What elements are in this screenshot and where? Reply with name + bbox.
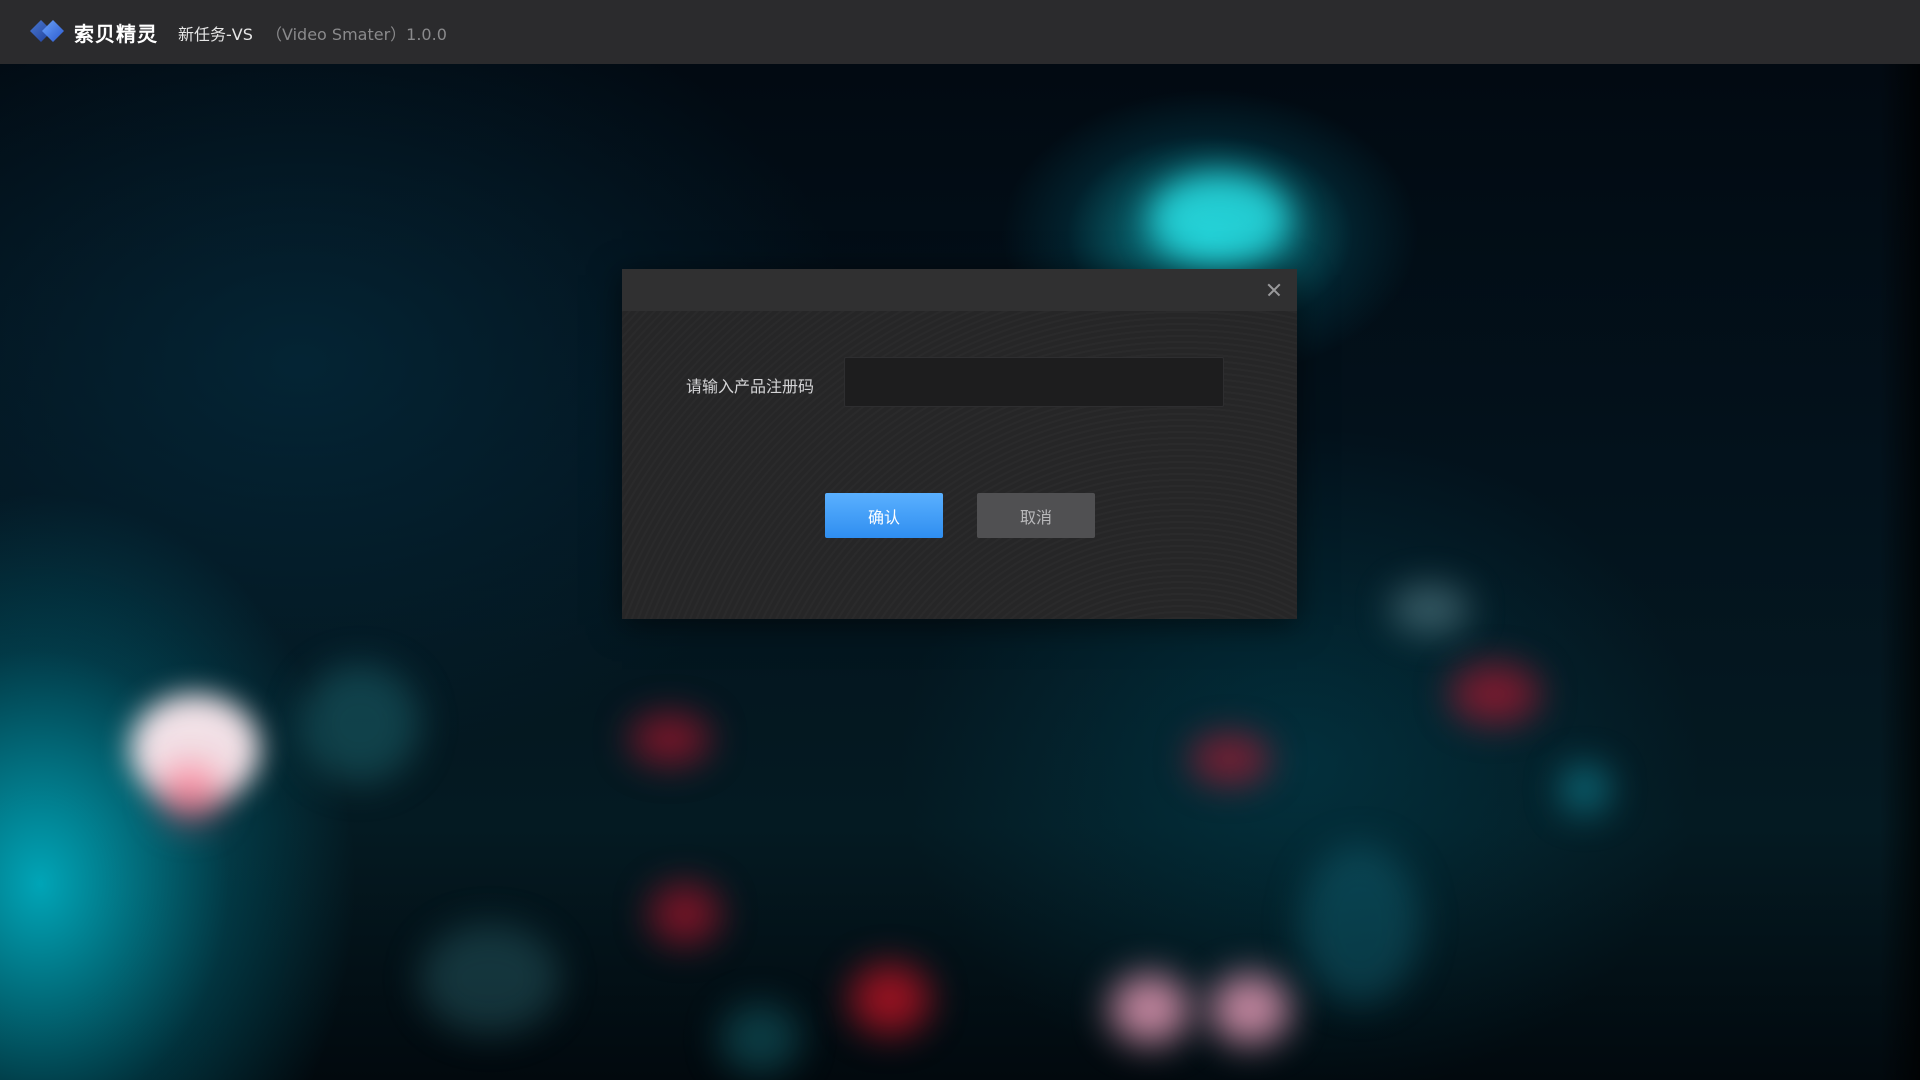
bokeh-light: [300, 664, 420, 784]
bokeh-light: [1450, 664, 1540, 724]
registration-code-label: 请输入产品注册码: [686, 377, 815, 396]
bokeh-light: [420, 924, 560, 1034]
app-logo-icon: [30, 20, 64, 42]
bokeh-light: [720, 1004, 800, 1074]
document-title: 新任务-VS: [178, 25, 253, 44]
bokeh-light: [1150, 174, 1290, 264]
registration-dialog: 请输入产品注册码 确认 取消: [622, 269, 1297, 619]
edge-shadow: [1880, 64, 1920, 1080]
bokeh-light: [1300, 844, 1420, 1004]
bokeh-light: [1560, 764, 1610, 814]
title-bar: 索贝精灵 新任务-VS （Video Smater）1.0.0: [0, 0, 1920, 64]
close-icon[interactable]: [1263, 279, 1285, 301]
bokeh-light: [1110, 974, 1190, 1044]
bokeh-light: [1390, 584, 1470, 634]
dialog-header: [622, 269, 1297, 311]
bokeh-light: [650, 884, 720, 944]
brand-name: 索贝精灵: [74, 22, 158, 46]
confirm-button[interactable]: 确认: [825, 493, 943, 538]
app-name-version: （Video Smater）1.0.0: [266, 25, 447, 44]
bokeh-light: [850, 964, 930, 1034]
cancel-button[interactable]: 取消: [977, 493, 1095, 538]
bokeh-light: [630, 714, 710, 764]
bokeh-light: [160, 764, 220, 824]
registration-code-input[interactable]: [844, 357, 1224, 407]
bokeh-light: [1210, 974, 1290, 1044]
bokeh-light: [1190, 734, 1270, 784]
